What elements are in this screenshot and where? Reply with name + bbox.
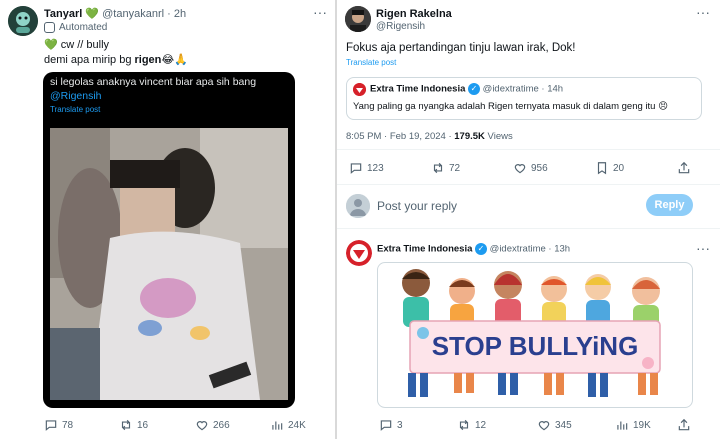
views-count: 24K (288, 419, 306, 431)
right-tweet-panel: Rigen Rakelna @Rigensih ··· Fokus aja pe… (337, 0, 720, 439)
bookmark-count: 20 (613, 162, 625, 174)
views-bar-chart-icon (272, 421, 283, 430)
timestamp-row: 8:05 PM · Feb 19, 2024 · 179.5K Views (346, 131, 513, 142)
rigen-avatar[interactable] (345, 6, 371, 32)
bookmark-icon (597, 162, 607, 175)
post-time[interactable]: 2h (174, 8, 186, 20)
like-count: 345 (555, 419, 572, 431)
more-options-icon[interactable]: ··· (696, 240, 710, 256)
tweet-text: demi apa mirip bg (44, 54, 135, 66)
mention-rigen[interactable]: rigen (135, 54, 162, 66)
views-count: 19K (633, 419, 651, 431)
display-name[interactable]: Tanyarl (44, 8, 82, 20)
tanyarl-avatar[interactable] (8, 6, 38, 36)
embedded-photo (50, 128, 288, 400)
handle[interactable]: @tanyakanrl (102, 8, 164, 20)
reply-tweet-media[interactable]: STOP BULLYiNG (377, 262, 693, 408)
quoted-tweet[interactable]: Extra Time Indonesia ✓ @idextratime · 14… (346, 77, 702, 120)
reply-tweet-header: Extra Time Indonesia ✓ @idextratime · 13… (377, 243, 571, 255)
repost-icon (121, 419, 131, 431)
reply-action[interactable]: 78 (44, 418, 73, 432)
left-tweet-panel: Tanyarl 💚 @tanyakanrl · 2h ··· Automated… (0, 0, 335, 439)
extratime-avatar[interactable] (346, 240, 372, 266)
name-emoji: 💚 (85, 8, 100, 20)
like-count: 956 (531, 162, 548, 174)
like-action[interactable]: 345 (537, 418, 572, 432)
tweet-media[interactable]: si legolas anaknya vincent biar apa sih … (43, 72, 295, 408)
reply-action[interactable]: 123 (349, 161, 384, 175)
reply-count: 3 (397, 419, 403, 431)
repost-count: 12 (475, 419, 487, 431)
reply-button[interactable]: Reply (646, 194, 693, 216)
reply-icon (380, 420, 392, 431)
translate-link[interactable]: Translate post (346, 58, 396, 67)
reply-icon (45, 420, 57, 431)
tweet-header: Tanyarl 💚 @tanyakanrl · 2h (44, 8, 187, 20)
stop-bullying-illustration: STOP BULLYiNG (402, 269, 661, 397)
media-mention[interactable]: @Rigensih (50, 90, 102, 102)
like-action[interactable]: 266 (195, 418, 230, 432)
views-action[interactable]: 24K (270, 418, 306, 432)
views-label: Views (487, 131, 513, 142)
verified-badge-icon: ✓ (468, 83, 481, 95)
post-timestamp[interactable]: 8:05 PM · Feb 19, 2024 (346, 131, 446, 142)
heart-icon (538, 421, 550, 431)
automated-label-row: Automated (44, 22, 107, 33)
repost-count: 16 (137, 419, 149, 431)
like-action[interactable]: 956 (513, 161, 548, 175)
views-count: 179.5K (454, 131, 485, 142)
display-name[interactable]: Rigen Rakelna (376, 8, 452, 20)
tweet-emoji: 😂🙏 (161, 54, 188, 66)
quote-header: Extra Time Indonesia ✓ @idextratime · 14… (370, 83, 564, 95)
repost-icon (433, 162, 443, 174)
repost-action[interactable]: 12 (457, 418, 486, 432)
media-translate-link[interactable]: Translate post (50, 105, 100, 114)
display-name[interactable]: Extra Time Indonesia (377, 244, 472, 255)
media-caption: si legolas anaknya vincent biar apa sih … (50, 76, 257, 88)
bookmark-action[interactable]: 20 (595, 161, 624, 175)
tweet-text: Fokus aja pertandingan tinju lawan irak,… (346, 42, 576, 54)
repost-action[interactable]: 72 (431, 161, 460, 175)
views-action[interactable]: 19K (615, 418, 651, 432)
share-action[interactable] (677, 418, 691, 432)
divider (337, 149, 720, 150)
repost-action[interactable]: 16 (119, 418, 148, 432)
reply-input[interactable]: Post your reply (377, 199, 457, 213)
handle[interactable]: @idextratime (490, 244, 546, 255)
heart-icon (514, 164, 526, 174)
banner-text: STOP BULLYiNG (432, 331, 639, 361)
divider (337, 184, 720, 185)
quote-handle: @idextratime (482, 83, 539, 95)
handle[interactable]: @Rigensih (376, 21, 425, 32)
heart-icon (196, 421, 208, 431)
tweet-line-2: demi apa mirip bg rigen😂🙏 (44, 53, 188, 66)
reply-icon (350, 163, 362, 174)
extratime-avatar (353, 83, 366, 96)
repost-icon (459, 419, 469, 431)
more-options-icon[interactable]: ··· (313, 4, 327, 20)
reply-action[interactable]: 3 (379, 418, 403, 432)
user-avatar (346, 194, 370, 218)
like-count: 266 (213, 419, 230, 431)
robot-icon (44, 22, 55, 33)
views-bar-chart-icon (617, 421, 628, 430)
reply-count: 78 (62, 419, 74, 431)
quote-display-name: Extra Time Indonesia (370, 83, 466, 95)
share-icon (678, 418, 690, 431)
quote-time: 14h (547, 83, 564, 95)
share-icon (678, 161, 690, 174)
automated-label: Automated (59, 22, 108, 33)
more-options-icon[interactable]: ··· (696, 4, 710, 20)
reply-count: 123 (367, 162, 384, 174)
share-action[interactable] (677, 161, 691, 175)
verified-badge-icon: ✓ (475, 243, 488, 255)
repost-count: 72 (449, 162, 461, 174)
quote-text: Yang paling ga nyangka adalah Rigen tern… (353, 101, 668, 112)
divider (337, 228, 720, 229)
post-time[interactable]: 13h (554, 244, 570, 255)
tweet-line-1: 💚 cw // bully (44, 39, 110, 51)
